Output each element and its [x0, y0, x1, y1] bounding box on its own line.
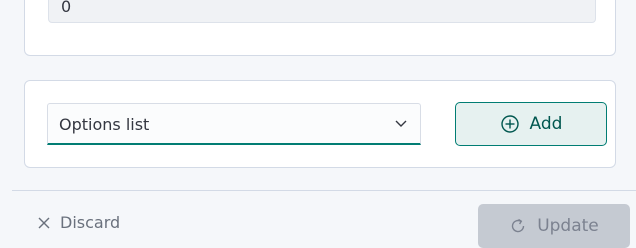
- discard-button[interactable]: Discard: [38, 213, 120, 232]
- update-button[interactable]: Update: [478, 204, 630, 248]
- close-icon: [38, 217, 50, 228]
- options-select[interactable]: Options list: [47, 103, 421, 145]
- footer-divider: [12, 190, 636, 191]
- plus-circle-icon: [500, 115, 519, 133]
- update-button-label: Update: [537, 216, 599, 236]
- refresh-icon: [512, 218, 525, 233]
- number-card: 0: [24, 0, 616, 56]
- discard-button-label: Discard: [60, 213, 121, 232]
- number-field[interactable]: 0: [48, 0, 596, 23]
- options-select-value: Options list: [59, 115, 150, 134]
- add-button-label: Add: [529, 114, 563, 134]
- add-button[interactable]: Add: [455, 102, 607, 146]
- chevron-down-icon: [395, 120, 407, 127]
- options-card: Options list Add: [24, 80, 616, 168]
